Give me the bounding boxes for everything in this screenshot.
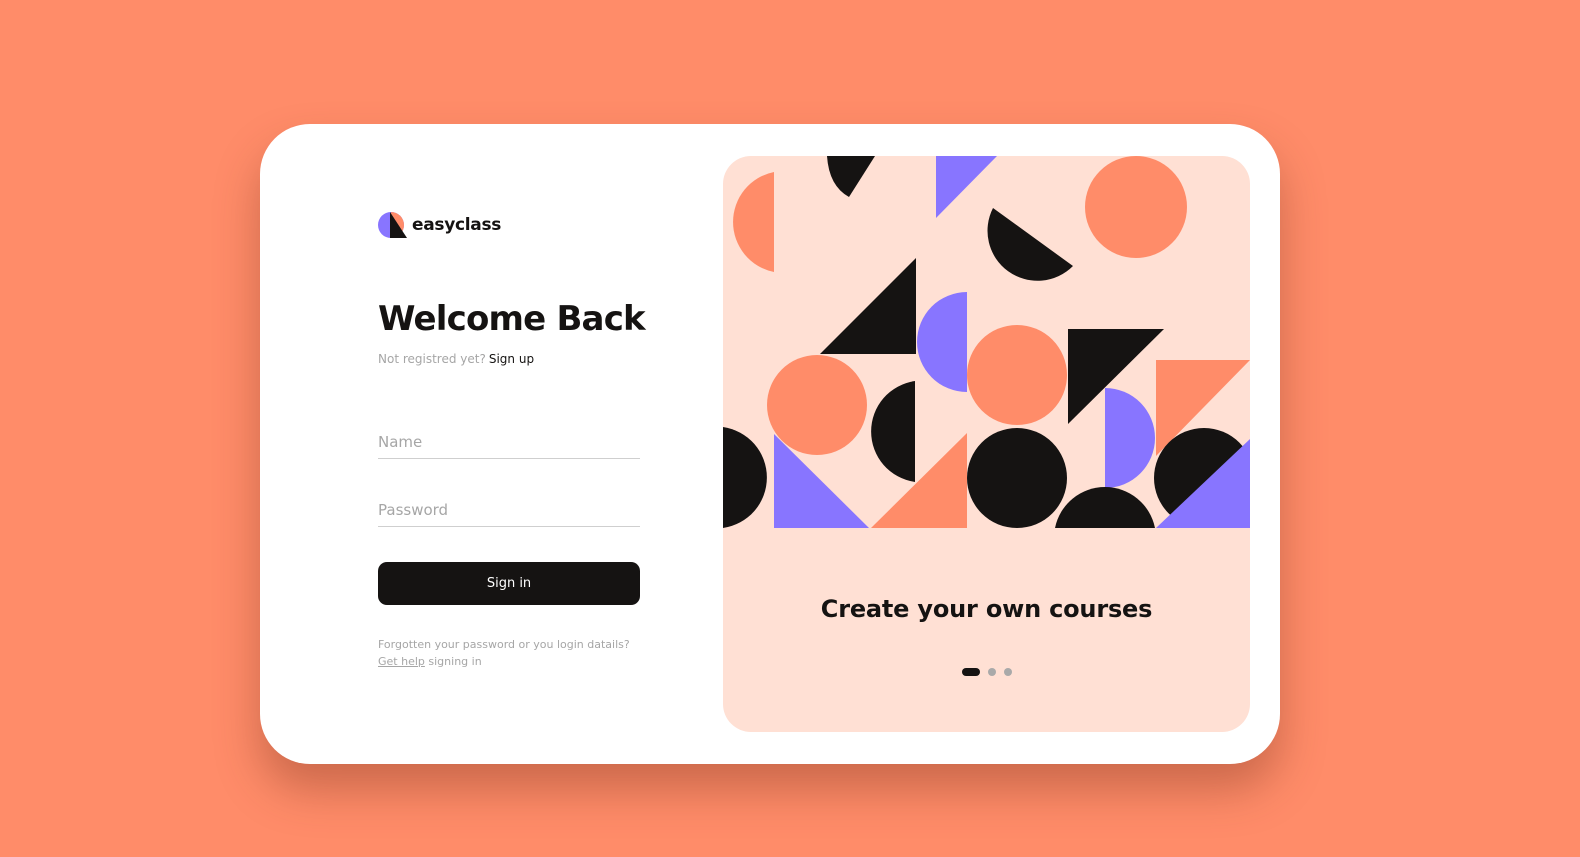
signup-link[interactable]: Sign up [489, 352, 534, 366]
signup-prompt: Not registred yet? Sign up [378, 352, 534, 366]
brand-name: easyclass [412, 215, 502, 235]
name-input[interactable] [378, 433, 640, 459]
login-form-panel: easyclass Welcome Back Not registred yet… [378, 124, 646, 764]
password-input[interactable] [378, 501, 640, 527]
illustration-carousel: Create your own courses [723, 156, 1250, 732]
carousel-dot-1[interactable] [961, 668, 980, 676]
login-card: easyclass Welcome Back Not registred yet… [260, 124, 1280, 764]
half-circle-sail-logo-icon [378, 212, 407, 238]
help-suffix: signing in [428, 655, 482, 668]
help-line-1: Forgotten your password or you login dat… [378, 638, 630, 651]
carousel-dots [723, 668, 1250, 676]
carousel-dot-3[interactable] [1003, 668, 1012, 676]
carousel-dot-2[interactable] [987, 668, 996, 676]
geometric-pattern-illustration [723, 156, 1250, 528]
name-field [378, 432, 640, 459]
slide-title: Create your own courses [820, 595, 1153, 623]
get-help-link[interactable]: Get help [378, 655, 425, 668]
brand-logo[interactable]: easyclass [378, 210, 501, 240]
password-field [378, 500, 640, 527]
not-registered-text: Not registred yet? [378, 352, 486, 366]
page-title: Welcome Back [378, 299, 646, 339]
help-text: Forgotten your password or you login dat… [378, 636, 653, 670]
signin-button[interactable]: Sign in [378, 562, 640, 605]
